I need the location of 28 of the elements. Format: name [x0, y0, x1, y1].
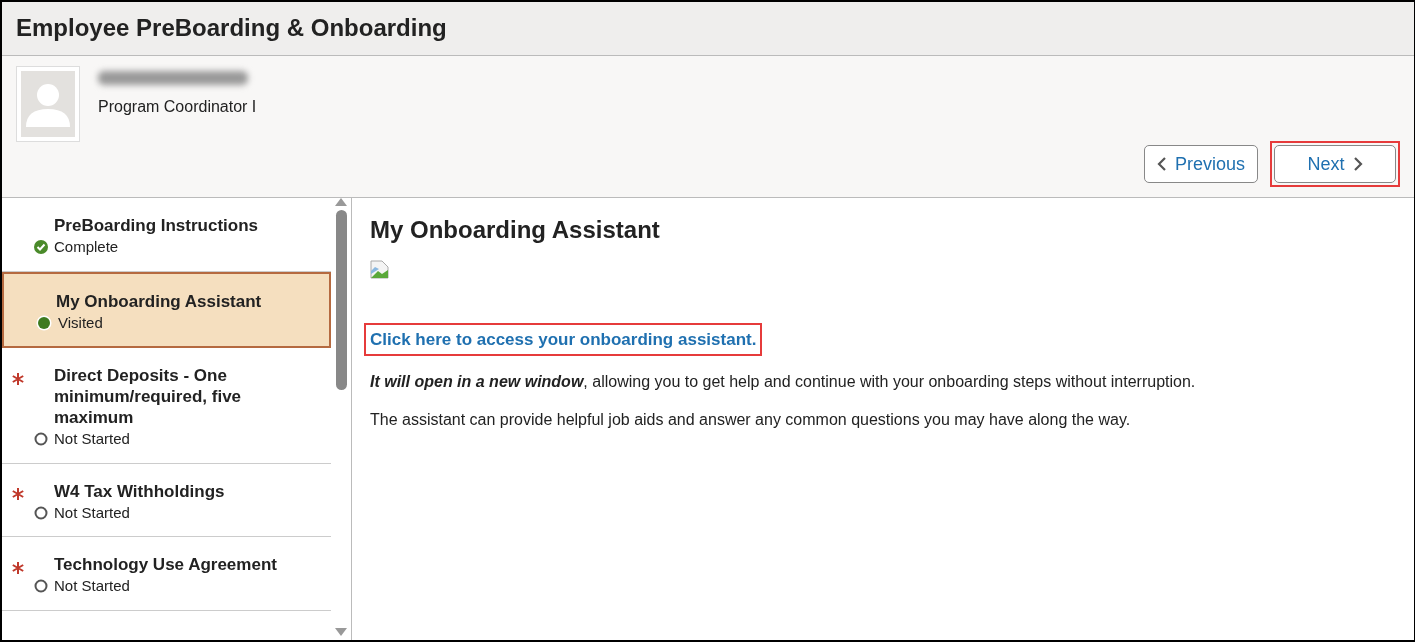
- body-text: It will open in a new window, allowing you to get help and continue with your onboarding steps without interruption.: [370, 372, 1197, 393]
- step-title: Direct Deposits - One minimum/required, five maximum: [54, 365, 243, 428]
- step-item[interactable]: PreBoarding Instructions Complete: [2, 198, 332, 272]
- step-title: PreBoarding Instructions: [54, 215, 260, 236]
- chevron-right-icon: [1352, 156, 1363, 172]
- job-title: Program Coordinator I: [98, 97, 257, 117]
- step-status: Not Started: [54, 576, 130, 596]
- content-heading: My Onboarding Assistant: [370, 216, 661, 245]
- step-item[interactable]: W4 Tax Withholdings Not Started: [2, 463, 332, 537]
- step-title: W4 Tax Withholdings: [54, 480, 226, 502]
- page-title: Employee PreBoarding & Onboarding: [16, 14, 447, 43]
- step-item[interactable]: Technology Use Agreement Not Started: [2, 537, 332, 611]
- step-status: Visited: [58, 312, 103, 333]
- step-item[interactable]: My Onboarding Assistant Visited: [2, 271, 332, 348]
- step-item[interactable]: Direct Deposits - One minimum/required, five maximum Not Started: [2, 348, 332, 464]
- step-title: Technology Use Agreement: [54, 554, 278, 575]
- step-status: Not Started: [54, 429, 130, 449]
- scrollbar-thumb[interactable]: [335, 210, 347, 390]
- previous-button[interactable]: Previous: [1143, 145, 1258, 183]
- scroll-down-icon[interactable]: [335, 628, 348, 636]
- step-status: Not Started: [54, 502, 130, 523]
- chevron-left-icon: [1156, 156, 1167, 172]
- next-button[interactable]: Next: [1274, 145, 1396, 183]
- step-title: My Onboarding Assistant: [56, 290, 263, 312]
- body-text: The assistant can provide helpful job aids and answer any common questions you may have along the way.: [370, 410, 1132, 431]
- assistant-link[interactable]: Click here to access your onboarding assistant.: [370, 326, 757, 353]
- avatar-icon: [16, 66, 80, 142]
- step-status: Complete: [54, 237, 119, 257]
